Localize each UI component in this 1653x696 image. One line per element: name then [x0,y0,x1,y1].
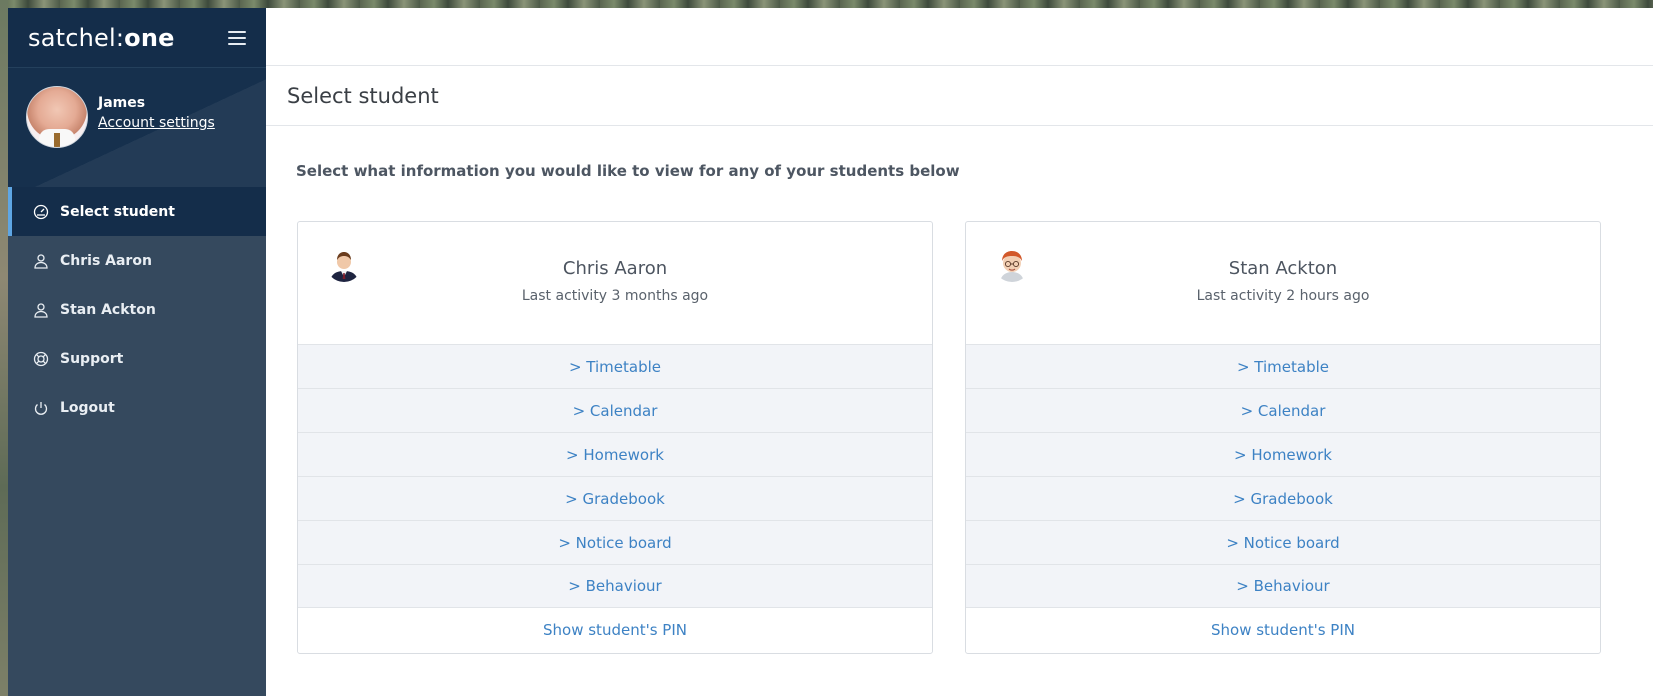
notice-board-link[interactable]: > Notice board [298,521,932,565]
student-name: Stan Ackton [1228,258,1338,279]
calendar-link[interactable]: > Calendar [298,389,932,433]
power-icon [32,399,50,417]
behaviour-link[interactable]: > Behaviour [298,565,932,608]
logo-text: satchel: [28,23,125,52]
sidebar-item-support[interactable]: Support [8,334,266,383]
student-card-header: Chris Aaron Last activity 3 months ago [298,222,932,345]
student-card-header: Stan Ackton Last activity 2 hours ago [966,222,1600,345]
student-card-stan-ackton: Stan Ackton Last activity 2 hours ago > … [965,221,1601,654]
show-pin-link[interactable]: Show student's PIN [298,608,932,652]
page-intro-text: Select what information you would like t… [296,162,960,180]
app-logo[interactable]: satchel:one [28,24,175,52]
sidebar-item-label: Select student [60,203,175,220]
app-window: satchel:one James Account settings Selec… [8,8,1653,696]
sidebar-item-label: Support [60,350,124,367]
dashboard-icon [32,203,50,221]
lifebuoy-icon [32,350,50,368]
student-card-chris-aaron: Chris Aaron Last activity 3 months ago >… [297,221,933,654]
page-title-bar: Select student [266,66,1653,126]
homework-link[interactable]: > Homework [298,433,932,477]
gradebook-link[interactable]: > Gradebook [966,477,1600,521]
sidebar-item-select-student[interactable]: Select student [8,187,266,236]
student-last-activity: Last activity 3 months ago [521,288,709,304]
gradebook-link[interactable]: > Gradebook [298,477,932,521]
sidebar-item-label: Chris Aaron [60,252,152,269]
sidebar-item-label: Stan Ackton [60,301,156,318]
student-last-activity: Last activity 2 hours ago [1196,288,1370,304]
logo-text-bold: one [124,23,175,52]
avatar[interactable] [26,86,88,148]
user-profile: James Account settings [8,67,266,187]
behaviour-link[interactable]: > Behaviour [966,565,1600,608]
timetable-link[interactable]: > Timetable [298,345,932,389]
show-pin-link[interactable]: Show student's PIN [966,608,1600,652]
user-icon [32,301,50,319]
page-title: Select student [287,83,439,108]
main-content: Select student Select what information y… [266,8,1653,696]
sidebar: satchel:one James Account settings Selec… [8,8,266,696]
sidebar-item-chris-aaron[interactable]: Chris Aaron [8,236,266,285]
calendar-link[interactable]: > Calendar [966,389,1600,433]
profile-name: James [98,95,146,111]
sidebar-header: satchel:one [8,8,266,67]
sidebar-nav: Select student Chris Aaron Stan Ackton S… [8,187,266,432]
top-bar [266,8,1653,66]
sidebar-item-logout[interactable]: Logout [8,383,266,432]
student-name: Chris Aaron [562,258,668,279]
user-icon [32,252,50,270]
hamburger-menu-icon[interactable] [228,30,246,45]
homework-link[interactable]: > Homework [966,433,1600,477]
account-settings-link[interactable]: Account settings [98,115,215,131]
timetable-link[interactable]: > Timetable [966,345,1600,389]
desktop-background-left [0,0,8,696]
sidebar-item-label: Logout [60,399,115,416]
desktop-background-top [0,0,1653,8]
notice-board-link[interactable]: > Notice board [966,521,1600,565]
sidebar-item-stan-ackton[interactable]: Stan Ackton [8,285,266,334]
